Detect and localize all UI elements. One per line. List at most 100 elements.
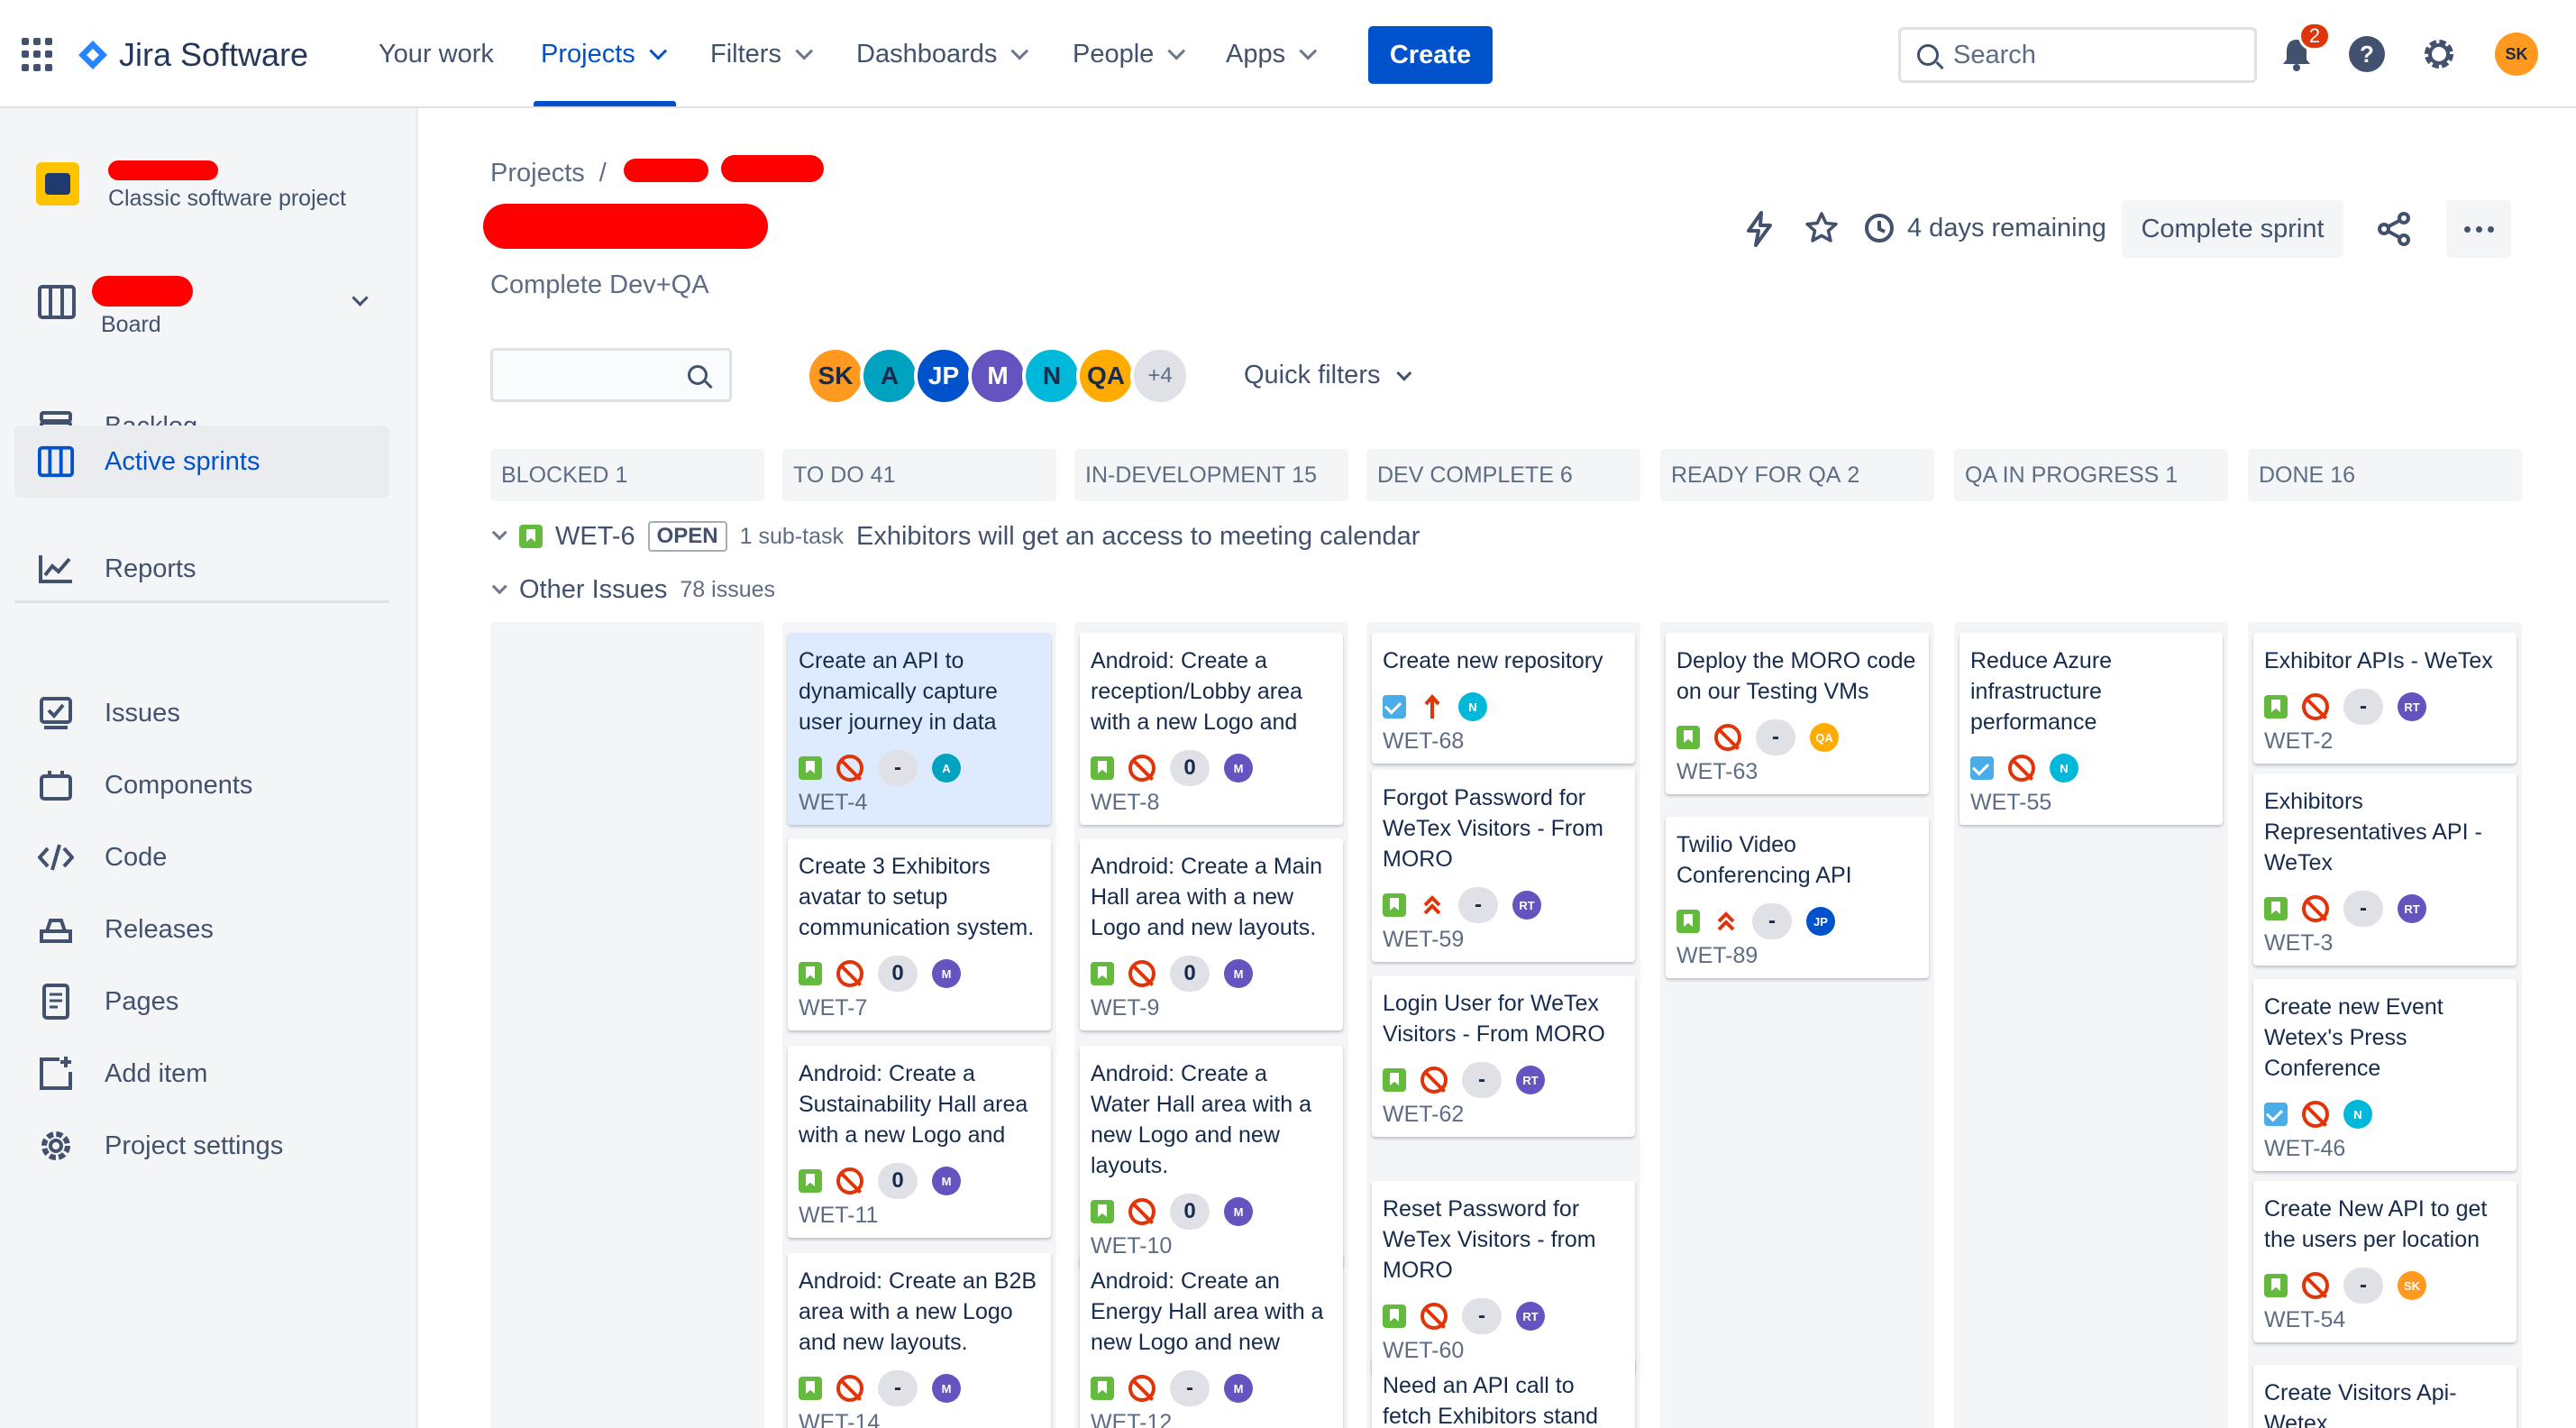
card-issue-key[interactable]: WET-63 bbox=[1676, 759, 1918, 794]
breadcrumb-projects-link[interactable]: Projects bbox=[490, 159, 585, 188]
assignee-avatar[interactable]: M bbox=[932, 1374, 961, 1403]
assignee-avatar[interactable]: RT bbox=[2398, 894, 2426, 923]
board-switcher[interactable]: Board bbox=[14, 276, 389, 357]
assignee-avatar[interactable]: M bbox=[1224, 754, 1253, 783]
nav-filters[interactable]: Filters bbox=[710, 40, 814, 69]
issue-card[interactable]: Android: Create an Energy Hall area with… bbox=[1080, 1253, 1343, 1428]
issue-card[interactable]: Login User for WeTex Visitors - From MOR… bbox=[1372, 975, 1635, 1137]
assignee-avatar[interactable]: M bbox=[1224, 1197, 1253, 1226]
swimlane-key[interactable]: WET-6 bbox=[555, 522, 635, 552]
card-issue-key[interactable]: WET-3 bbox=[2264, 930, 2506, 966]
nav-people[interactable]: People bbox=[1073, 40, 1186, 69]
issue-card[interactable]: Twilio Video Conferencing API - JP WET-89 bbox=[1666, 817, 1929, 978]
card-issue-key[interactable]: WET-11 bbox=[799, 1203, 1040, 1238]
quick-filters-dropdown[interactable]: Quick filters bbox=[1244, 361, 1412, 390]
sidebar-item-issues[interactable]: Issues bbox=[14, 678, 389, 748]
card-issue-key[interactable]: WET-55 bbox=[1970, 790, 2212, 825]
sidebar-item-add-item[interactable]: Add item bbox=[14, 1039, 389, 1109]
card-issue-key[interactable]: WET-12 bbox=[1091, 1410, 1332, 1428]
more-actions-button[interactable] bbox=[2446, 200, 2511, 258]
assignee-avatar[interactable]: M bbox=[932, 959, 961, 988]
issue-card[interactable]: Android: Create a reception/Lobby area w… bbox=[1080, 633, 1343, 825]
issue-card[interactable]: Create New API to get the users per loca… bbox=[2253, 1181, 2517, 1342]
user-avatar[interactable]: SK bbox=[2495, 32, 2538, 76]
card-issue-key[interactable]: WET-68 bbox=[1383, 728, 1624, 764]
issue-card[interactable]: Create an API to dynamically capture use… bbox=[788, 633, 1051, 825]
issue-card[interactable]: Android: Create a Main Hall area with a … bbox=[1080, 838, 1343, 1030]
star-icon[interactable] bbox=[1804, 211, 1839, 250]
card-issue-key[interactable]: WET-46 bbox=[2264, 1136, 2506, 1171]
nav-projects[interactable]: Projects bbox=[541, 40, 667, 69]
assignee-avatar[interactable]: RT bbox=[2398, 692, 2426, 721]
card-issue-key[interactable]: WET-4 bbox=[799, 790, 1040, 825]
swimlane-parent-wet-6[interactable]: WET-6 OPEN 1 sub-task Exhibitors will ge… bbox=[490, 521, 1420, 552]
search-input[interactable]: Search bbox=[1898, 27, 2257, 83]
sidebar-item-active-sprints[interactable]: Active sprints bbox=[14, 426, 389, 498]
issue-card[interactable]: Forgot Password for WeTex Visitors - Fro… bbox=[1372, 770, 1635, 962]
issue-card[interactable]: Deploy the MORO code on our Testing VMs -… bbox=[1666, 633, 1929, 794]
help-icon[interactable]: ? bbox=[2347, 34, 2387, 74]
card-issue-key[interactable]: WET-8 bbox=[1091, 790, 1332, 825]
card-issue-key[interactable]: WET-9 bbox=[1091, 995, 1332, 1030]
assignee-avatar[interactable]: JP bbox=[1806, 907, 1835, 936]
issue-card[interactable]: Reset Password for WeTex Visitors - from… bbox=[1372, 1181, 1635, 1373]
redacted-breadcrumb-project[interactable] bbox=[624, 159, 708, 182]
create-button[interactable]: Create bbox=[1368, 26, 1493, 84]
nav-dashboards[interactable]: Dashboards bbox=[856, 40, 1029, 69]
assignee-avatar[interactable]: N bbox=[1022, 346, 1082, 406]
issue-card[interactable]: Android: Create an B2B area with a new L… bbox=[788, 1253, 1051, 1428]
assignee-avatar[interactable]: RT bbox=[1516, 1302, 1545, 1331]
assignee-avatar[interactable]: QA bbox=[1076, 346, 1136, 406]
issue-card[interactable]: Create new Event Wetex's Press Conferenc… bbox=[2253, 979, 2517, 1171]
assignee-avatar[interactable]: JP bbox=[914, 346, 973, 406]
issue-card[interactable]: Exhibitor APIs - WeTex - RT WET-2 bbox=[2253, 633, 2517, 764]
assignee-avatar[interactable]: M bbox=[968, 346, 1028, 406]
project-avatar-icon[interactable] bbox=[36, 162, 79, 206]
assignee-avatar[interactable]: A bbox=[860, 346, 919, 406]
redacted-breadcrumb-board[interactable] bbox=[721, 155, 824, 182]
assignee-avatar[interactable]: N bbox=[2343, 1100, 2372, 1129]
issue-card[interactable]: Create new repository N WET-68 bbox=[1372, 633, 1635, 764]
complete-sprint-button[interactable]: Complete sprint bbox=[2122, 200, 2343, 258]
automation-lightning-icon[interactable] bbox=[1743, 211, 1776, 252]
app-switcher-icon[interactable] bbox=[22, 38, 56, 72]
issue-card[interactable]: Create 3 Exhibitors avatar to setup comm… bbox=[788, 838, 1051, 1030]
sidebar-item-reports[interactable]: Reports bbox=[14, 534, 389, 604]
issue-card[interactable]: Reduce Azure infrastructure performance N… bbox=[1959, 633, 2223, 825]
card-issue-key[interactable]: WET-2 bbox=[2264, 728, 2506, 764]
swimlane-other-issues[interactable]: Other Issues 78 issues bbox=[490, 575, 775, 605]
assignee-avatar[interactable]: M bbox=[932, 1167, 961, 1195]
nav-your-work[interactable]: Your work bbox=[379, 40, 494, 69]
assignee-avatar[interactable]: SK bbox=[806, 346, 865, 406]
issue-card[interactable]: Android: Create a Water Hall area with a… bbox=[1080, 1046, 1343, 1268]
sidebar-item-releases[interactable]: Releases bbox=[14, 894, 389, 965]
board-search-input[interactable] bbox=[490, 348, 732, 402]
card-issue-key[interactable]: WET-59 bbox=[1383, 927, 1624, 962]
card-issue-key[interactable]: WET-62 bbox=[1383, 1102, 1624, 1137]
assignee-avatar[interactable]: RT bbox=[1512, 891, 1541, 920]
assignee-avatar[interactable]: M bbox=[1224, 959, 1253, 988]
card-issue-key[interactable]: WET-54 bbox=[2264, 1307, 2506, 1342]
sidebar-item-components[interactable]: Components bbox=[14, 750, 389, 820]
assignee-avatar[interactable]: QA bbox=[1810, 723, 1839, 752]
assignee-avatar[interactable]: N bbox=[1458, 692, 1487, 721]
share-icon[interactable] bbox=[2376, 211, 2412, 252]
nav-apps[interactable]: Apps bbox=[1226, 40, 1318, 69]
jira-logo[interactable]: Jira Software bbox=[78, 36, 308, 74]
sidebar-item-pages[interactable]: Pages bbox=[14, 966, 389, 1037]
card-issue-key[interactable]: WET-14 bbox=[799, 1410, 1040, 1428]
assignee-avatar[interactable]: A bbox=[932, 754, 961, 783]
issue-card[interactable]: Create Visitors Api-WetexWET-58 bbox=[2253, 1365, 2517, 1428]
issue-card[interactable]: Need an API call to fetch Exhibitors sta… bbox=[1372, 1358, 1635, 1428]
issue-card[interactable]: Android: Create a Sustainability Hall ar… bbox=[788, 1046, 1051, 1238]
assignee-avatar[interactable]: RT bbox=[1516, 1066, 1545, 1094]
card-issue-key[interactable]: WET-89 bbox=[1676, 943, 1918, 978]
sidebar-item-project-settings[interactable]: Project settings bbox=[14, 1111, 389, 1181]
settings-gear-icon[interactable] bbox=[2419, 34, 2459, 74]
sidebar-item-code[interactable]: Code bbox=[14, 822, 389, 892]
issue-card[interactable]: Exhibitors Representatives API - WeTex - R… bbox=[2253, 774, 2517, 966]
card-issue-key[interactable]: WET-7 bbox=[799, 995, 1040, 1030]
assignee-avatar[interactable]: M bbox=[1224, 1374, 1253, 1403]
assignee-avatar[interactable]: SK bbox=[2398, 1271, 2426, 1300]
more-assignees-button[interactable]: +4 bbox=[1130, 346, 1190, 406]
